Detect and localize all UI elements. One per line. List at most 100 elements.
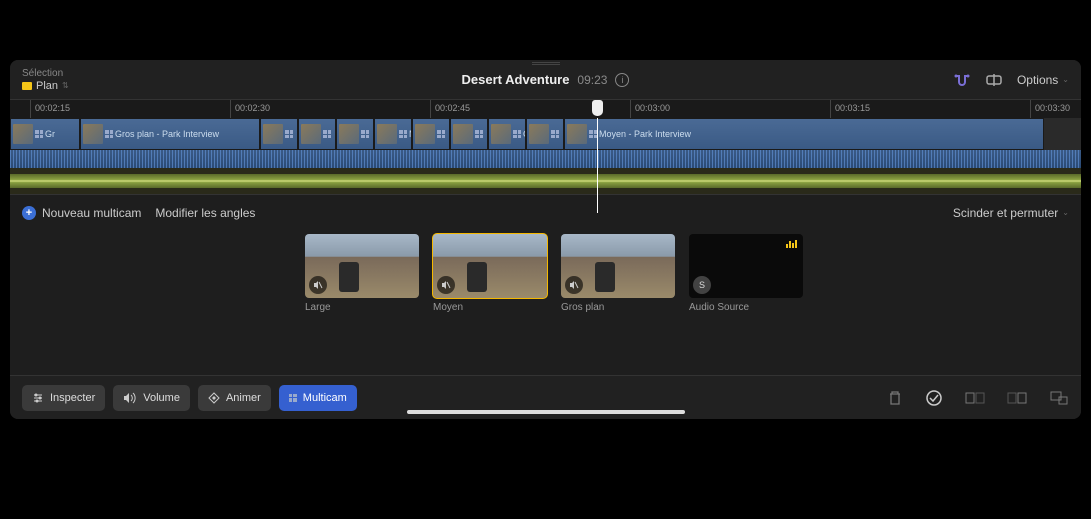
clip-label: Moyen - Park Interview [599,129,691,139]
ruler-tick: 00:02:15 [30,100,70,118]
multicam-label: Multicam [303,392,347,404]
angle-label: Audio Source [689,302,803,313]
chevron-down-icon: ⌄ [1062,75,1069,84]
inspect-button[interactable]: Inspecter [22,385,105,411]
angle-label: Gros plan [561,302,675,313]
multicam-button[interactable]: Multicam [279,385,357,411]
detach-icon[interactable] [1049,389,1069,407]
playhead[interactable] [597,118,598,213]
video-track[interactable]: Gr Gros plan - Park Interview M G Moyen - Pa… [10,118,1081,150]
chevron-updown-icon: ⇅ [62,81,69,90]
new-multicam-button[interactable]: + Nouveau multicam [22,206,141,220]
switch-mode-label: Scinder et permuter [953,206,1058,220]
timeline-clip[interactable]: Gros plan - Park Interview [80,118,260,150]
approve-icon[interactable] [925,389,943,407]
multicam-angle[interactable]: Large [305,234,419,322]
angle-thumbnail[interactable] [305,234,419,298]
multicam-badge-icon [399,130,407,138]
switch-mode-button[interactable]: Scinder et permuter ⌄ [953,206,1069,220]
edit-angles-button[interactable]: Modifier les angles [155,206,255,220]
multicam-angle[interactable]: Gros plan [561,234,675,322]
plus-icon: + [22,206,36,220]
multicam-angle[interactable]: S Audio Source [689,234,803,322]
clip-label: Gr [45,129,55,139]
mute-icon [565,276,583,294]
angle-label: Large [305,302,419,313]
skimming-icon[interactable] [985,73,1003,87]
clip-icon [22,82,32,90]
timeline-clip[interactable] [450,118,488,150]
chevron-down-icon: ⌄ [1062,208,1069,217]
trash-icon[interactable] [887,389,903,407]
mute-icon [437,276,455,294]
angle-thumbnail[interactable]: S [689,234,803,298]
timeline-header: Sélection Plan ⇅ Desert Adventure 09:23 … [10,60,1081,100]
multicam-toolbar: + Nouveau multicam Modifier les angles S… [10,194,1081,230]
audio-track[interactable] [10,168,1081,194]
animate-button[interactable]: Animer [198,385,271,411]
horizontal-scrollbar[interactable] [407,410,685,414]
angle-thumbnail[interactable] [433,234,547,298]
clip-label: Gros plan - Park Interview [115,129,219,139]
options-label: Options [1017,73,1058,87]
grid-icon [289,394,297,402]
timeline-tracks[interactable]: Gr Gros plan - Park Interview M G Moyen - Pa… [10,118,1081,194]
mute-icon [309,276,327,294]
volume-button[interactable]: Volume [113,385,190,411]
multicam-badge-icon [361,130,369,138]
sliders-icon [32,392,44,404]
volume-label: Volume [143,392,180,404]
ruler-tick: 00:03:00 [630,100,670,118]
selection-value: Plan [36,80,58,92]
selection-label: Sélection [22,68,69,79]
source-icon: S [693,276,711,294]
clip-thumbnail [453,124,473,144]
ruler-tick: 00:02:30 [230,100,270,118]
timeline-clip[interactable]: Moyen - Park Interview [564,118,1044,150]
split-left-icon[interactable] [965,389,985,407]
clip-thumbnail [529,124,549,144]
timeline-clip[interactable]: G [488,118,526,150]
multicam-badge-icon [551,130,559,138]
multicam-badge-icon [513,130,521,138]
split-right-icon[interactable] [1007,389,1027,407]
selection-indicator[interactable]: Sélection Plan ⇅ [22,68,69,92]
clip-thumbnail [13,124,33,144]
volume-icon [123,392,137,404]
multicam-badge-icon [589,130,597,138]
animate-label: Animer [226,392,261,404]
timeline-clip[interactable] [336,118,374,150]
multicam-badge-icon [475,130,483,138]
snapping-icon[interactable] [953,73,971,87]
timeline-clip[interactable] [526,118,564,150]
timeline-clip[interactable]: Gr [10,118,80,150]
multicam-angles: Large Moyen Gros plan S Audio Source [10,230,1081,326]
clip-thumbnail [491,124,511,144]
timeline-clip[interactable]: M [374,118,412,150]
options-button[interactable]: Options ⌄ [1017,73,1069,87]
keyframe-icon [208,392,220,404]
angle-thumbnail[interactable] [561,234,675,298]
ruler-tick: 00:03:30 [1030,100,1070,118]
clip-thumbnail [567,124,587,144]
multicam-badge-icon [437,130,445,138]
clip-thumbnail [263,124,283,144]
timeline-ruler[interactable]: 00:02:15 00:02:30 00:02:45 00:03:00 00:0… [10,100,1081,118]
info-icon[interactable]: i [615,73,629,87]
timeline-clip[interactable] [298,118,336,150]
inspect-label: Inspecter [50,392,95,404]
audio-levels-icon [786,240,797,248]
clip-thumbnail [83,124,103,144]
multicam-badge-icon [105,130,113,138]
ruler-tick: 00:03:15 [830,100,870,118]
timeline-clip[interactable] [412,118,450,150]
multicam-badge-icon [35,130,43,138]
clip-thumbnail [377,124,397,144]
timeline-clip[interactable] [260,118,298,150]
project-timecode: 09:23 [577,73,607,87]
multicam-angle[interactable]: Moyen [433,234,547,322]
ruler-tick: 00:02:45 [430,100,470,118]
multicam-badge-icon [323,130,331,138]
drag-handle-icon[interactable] [532,62,560,65]
new-multicam-label: Nouveau multicam [42,206,141,220]
